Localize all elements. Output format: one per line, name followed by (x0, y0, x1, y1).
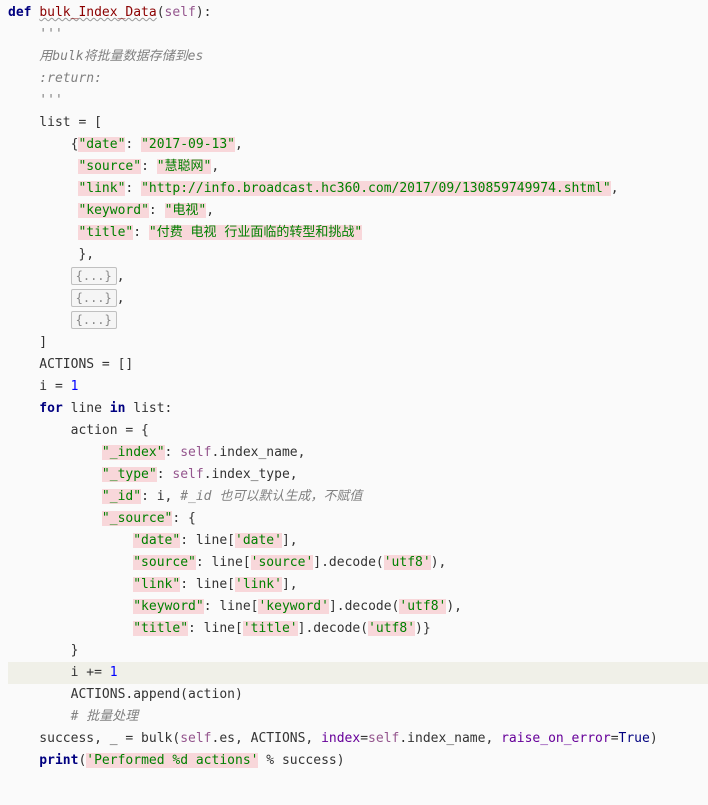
code-fold[interactable]: {...} (71, 311, 117, 329)
code-line: "_type": self.index_type, (8, 464, 708, 486)
string-key: "_type" (102, 467, 157, 482)
code-line: }, (8, 244, 708, 266)
docstring: ''' (8, 27, 63, 42)
code-line: {...}, (8, 266, 708, 288)
string-value: 'date' (235, 533, 282, 548)
docstring: :return: (8, 71, 102, 86)
string-key: "_id" (102, 489, 141, 504)
code-line: i = 1 (8, 376, 708, 398)
code-line: ''' (8, 24, 708, 46)
code-line: ''' (8, 90, 708, 112)
string-key: "_source" (102, 511, 172, 526)
string-value: 'utf8' (368, 621, 415, 636)
keyword-print: print (8, 753, 78, 768)
string-key: "keyword" (133, 599, 203, 614)
code-line: "source": "慧聪网", (8, 156, 708, 178)
code-line: 用bulk将批量数据存储到es (8, 46, 708, 68)
code-line-highlighted: i += 1 (8, 662, 708, 684)
code-line: ] (8, 332, 708, 354)
keyword-in: in (110, 401, 133, 416)
comment: #_id 也可以默认生成，不赋值 (180, 489, 362, 504)
string-key: "source" (133, 555, 196, 570)
code-line: "date": line['date'], (8, 530, 708, 552)
code-line: :return: (8, 68, 708, 90)
code-line: "source": line['source'].decode('utf8'), (8, 552, 708, 574)
code-line: "_id": i, #_id 也可以默认生成，不赋值 (8, 486, 708, 508)
code-line: # 批量处理 (8, 706, 708, 728)
string-key: "link" (78, 181, 125, 196)
code-editor[interactable]: def bulk_Index_Data(self): ''' 用bulk将批量数… (0, 2, 708, 772)
code-line: for line in list: (8, 398, 708, 420)
string-value: "2017-09-13" (141, 137, 235, 152)
code-line: print('Performed %d actions' % success) (8, 750, 708, 772)
number-literal: 1 (110, 665, 118, 680)
code-line: success, _ = bulk(self.es, ACTIONS, inde… (8, 728, 708, 750)
string-key: "date" (78, 137, 125, 152)
code-line: {...} (8, 310, 708, 332)
code-fold[interactable]: {...} (71, 289, 117, 307)
kwarg: raise_on_error (501, 731, 611, 746)
code-fold[interactable]: {...} (71, 267, 117, 285)
code-line: action = { (8, 420, 708, 442)
code-line: {...}, (8, 288, 708, 310)
string-value: 'keyword' (258, 599, 328, 614)
code-line: } (8, 640, 708, 662)
code-line: "_source": { (8, 508, 708, 530)
number-literal: 1 (71, 379, 79, 394)
string-key: "title" (78, 225, 133, 240)
code-line: def bulk_Index_Data(self): (8, 2, 708, 24)
code-line: list = [ (8, 112, 708, 134)
string-value: 'link' (235, 577, 282, 592)
comment: # 批量处理 (71, 709, 139, 724)
code-line: "link": line['link'], (8, 574, 708, 596)
string-value: 'source' (251, 555, 314, 570)
string-key: "source" (78, 159, 141, 174)
docstring: 用bulk将批量数据存储到es (8, 49, 203, 64)
string-key: "link" (133, 577, 180, 592)
code-line: "_index": self.index_name, (8, 442, 708, 464)
boolean: True (619, 731, 650, 746)
kwarg: index (321, 731, 360, 746)
self-ref: self (368, 731, 399, 746)
code-line: "link": "http://info.broadcast.hc360.com… (8, 178, 708, 200)
string-value: 'utf8' (399, 599, 446, 614)
code-line: ACTIONS.append(action) (8, 684, 708, 706)
function-name: bulk_Index_Data (39, 5, 156, 20)
self-ref: self (180, 445, 211, 460)
code-line: "keyword": "电视", (8, 200, 708, 222)
self-ref: self (180, 731, 211, 746)
keyword-for: for (8, 401, 71, 416)
code-line: {"date": "2017-09-13", (8, 134, 708, 156)
code-line: ACTIONS = [] (8, 354, 708, 376)
code-line: "keyword": line['keyword'].decode('utf8'… (8, 596, 708, 618)
self-param: self (165, 5, 196, 20)
docstring: ''' (8, 93, 63, 108)
keyword-def: def (8, 5, 39, 20)
string-value: 'title' (243, 621, 298, 636)
self-ref: self (172, 467, 203, 482)
string-value: "付费 电视 行业面临的转型和挑战" (149, 225, 362, 240)
string-value: "电视" (165, 203, 207, 218)
code-line: "title": "付费 电视 行业面临的转型和挑战" (8, 222, 708, 244)
string-value: 'Performed %d actions' (86, 753, 258, 768)
string-key: "title" (133, 621, 188, 636)
code-line: "title": line['title'].decode('utf8')} (8, 618, 708, 640)
string-key: "_index" (102, 445, 165, 460)
string-value: "http://info.broadcast.hc360.com/2017/09… (141, 181, 611, 196)
string-value: "慧聪网" (157, 159, 212, 174)
string-key: "date" (133, 533, 180, 548)
string-key: "keyword" (78, 203, 148, 218)
string-value: 'utf8' (384, 555, 431, 570)
